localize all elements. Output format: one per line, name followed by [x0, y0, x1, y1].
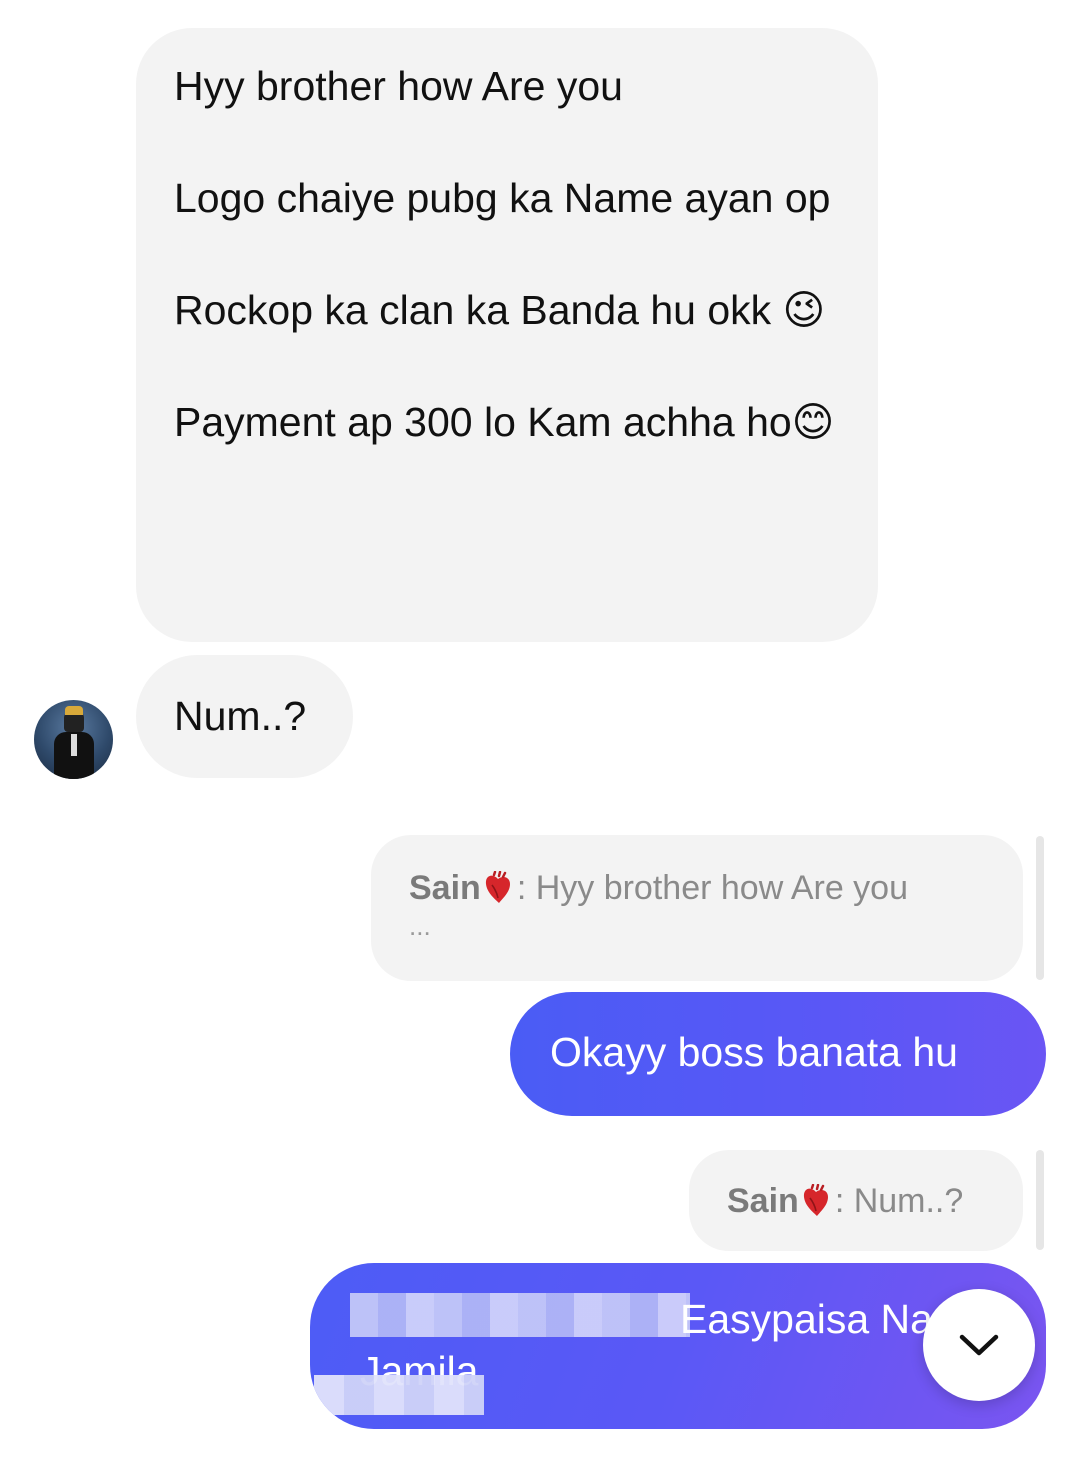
user-avatar[interactable]	[34, 700, 113, 779]
reply-indicator-bar	[1036, 1150, 1044, 1250]
message-text: Num..?	[174, 693, 307, 739]
message-paragraph: Rockop ka clan ka Banda hu okk 😉	[174, 287, 826, 333]
message-paragraph: Hyy brother how Are you	[174, 63, 623, 109]
reply-preview[interactable]: Sain : Hyy brother how Are you ...	[371, 835, 1023, 981]
reply-quoted-text: : Num..?	[834, 1182, 964, 1220]
reply-preview[interactable]: Sain : Num..?	[689, 1150, 1023, 1251]
outgoing-message-bubble[interactable]: Okayy boss banata hu	[510, 992, 1046, 1116]
reply-sender-name: Sain	[727, 1182, 799, 1220]
reply-sender-name: Sain	[409, 869, 481, 907]
message-paragraph: Payment ap 300 lo Kam achha ho😊	[174, 399, 835, 445]
redacted-text-blur	[350, 1293, 690, 1337]
anatomical-heart-icon	[485, 871, 510, 903]
chevron-down-icon	[959, 1334, 999, 1356]
message-text: Easypaisa Na	[680, 1296, 933, 1342]
reply-truncation: ...	[409, 911, 431, 941]
anatomical-heart-icon	[803, 1184, 828, 1216]
incoming-message-bubble[interactable]: Num..?	[136, 655, 353, 778]
redacted-text-blur	[314, 1375, 484, 1415]
scroll-to-bottom-button[interactable]	[923, 1289, 1035, 1401]
reply-indicator-bar	[1036, 836, 1044, 980]
incoming-message-bubble[interactable]: Hyy brother how Are you Logo chaiye pubg…	[136, 28, 878, 642]
reply-quoted-text: : Hyy brother how Are you	[516, 869, 908, 907]
message-text: Okayy boss banata hu	[550, 1029, 958, 1075]
message-paragraph: Logo chaiye pubg ka Name ayan op	[174, 175, 831, 221]
chat-thread: Hyy brother how Are you Logo chaiye pubg…	[0, 0, 1080, 1464]
